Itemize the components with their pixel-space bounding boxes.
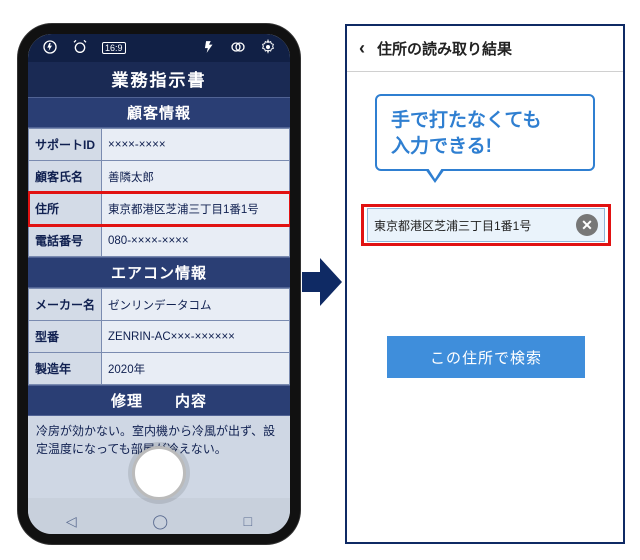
ocr-result-panel: ‹ 住所の読み取り結果 手で打たなくても 入力できる! 東京都港区芝浦三丁目1番… xyxy=(345,24,625,544)
address-value: 東京都港区芝浦三丁目1番1号 xyxy=(374,217,572,234)
table-row-address: 住所 東京都港区芝浦三丁目1番1号 xyxy=(29,193,290,225)
section-ac-head: エアコン情報 xyxy=(28,257,290,288)
cell-value: ゼンリンデータコム xyxy=(102,289,290,321)
back-icon[interactable]: ‹ xyxy=(359,38,365,59)
cell-label: メーカー名 xyxy=(29,289,102,321)
cell-value: ××××-×××× xyxy=(102,129,290,161)
cell-label: 電話番号 xyxy=(29,225,102,257)
filter-icon[interactable] xyxy=(230,39,246,58)
panel-title: 住所の読み取り結果 xyxy=(377,38,512,59)
section-customer-head: 顧客情報 xyxy=(28,97,290,128)
arrow-icon xyxy=(302,258,342,311)
nav-recents-icon[interactable]: □ xyxy=(244,513,252,529)
table-row: 顧客氏名 善隣太郎 xyxy=(29,161,290,193)
nav-home-icon[interactable]: ◯ xyxy=(152,513,168,530)
panel-header: ‹ 住所の読み取り結果 xyxy=(347,26,623,72)
settings-icon[interactable] xyxy=(260,39,276,58)
cell-label: サポートID xyxy=(29,129,102,161)
android-navbar: ◁ ◯ □ xyxy=(28,508,290,534)
ac-table: メーカー名 ゼンリンデータコム 型番 ZENRIN-AC×××-×××××× 製… xyxy=(28,288,290,385)
cell-value: 善隣太郎 xyxy=(102,161,290,193)
document-title: 業務指示書 xyxy=(28,62,290,97)
section-repair-head: 修理 内容 xyxy=(28,385,290,416)
cell-value: 2020年 xyxy=(102,353,290,385)
phone-mock: 16:9 業務指示書 顧客情報 サポートID ××××-×××× xyxy=(18,24,300,544)
address-input[interactable]: 東京都港区芝浦三丁目1番1号 ✕ xyxy=(367,208,605,242)
clear-icon[interactable]: ✕ xyxy=(576,214,598,236)
table-row: 製造年 2020年 xyxy=(29,353,290,385)
speech-line1: 手で打たなくても xyxy=(391,110,541,131)
cell-label: 型番 xyxy=(29,321,102,353)
camera-shutter-button[interactable] xyxy=(132,446,186,500)
aspect-badge[interactable]: 16:9 xyxy=(102,42,126,54)
customer-table: サポートID ××××-×××× 顧客氏名 善隣太郎 住所 東京都港区芝浦三丁目… xyxy=(28,128,290,257)
nav-back-icon[interactable]: ◁ xyxy=(66,513,77,530)
address-field-wrapper: 東京都港区芝浦三丁目1番1号 ✕ xyxy=(361,204,611,246)
cell-label: 顧客氏名 xyxy=(29,161,102,193)
cell-value: 080-××××-×××× xyxy=(102,225,290,257)
table-row: サポートID ××××-×××× xyxy=(29,129,290,161)
table-row: 型番 ZENRIN-AC×××-×××××× xyxy=(29,321,290,353)
table-row: 電話番号 080-××××-×××× xyxy=(29,225,290,257)
cell-label: 住所 xyxy=(29,193,102,225)
search-button[interactable]: この住所で検索 xyxy=(387,336,585,378)
speech-bubble: 手で打たなくても 入力できる! xyxy=(375,94,595,171)
speech-line2: 入力できる! xyxy=(391,136,492,157)
timer-icon[interactable] xyxy=(72,39,88,58)
flash-mode-icon[interactable] xyxy=(202,40,216,57)
flash-icon[interactable] xyxy=(42,39,58,58)
status-bar: 16:9 xyxy=(28,34,290,62)
cell-label: 製造年 xyxy=(29,353,102,385)
cell-value: 東京都港区芝浦三丁目1番1号 xyxy=(102,193,290,225)
cell-value: ZENRIN-AC×××-×××××× xyxy=(102,321,290,353)
table-row: メーカー名 ゼンリンデータコム xyxy=(29,289,290,321)
